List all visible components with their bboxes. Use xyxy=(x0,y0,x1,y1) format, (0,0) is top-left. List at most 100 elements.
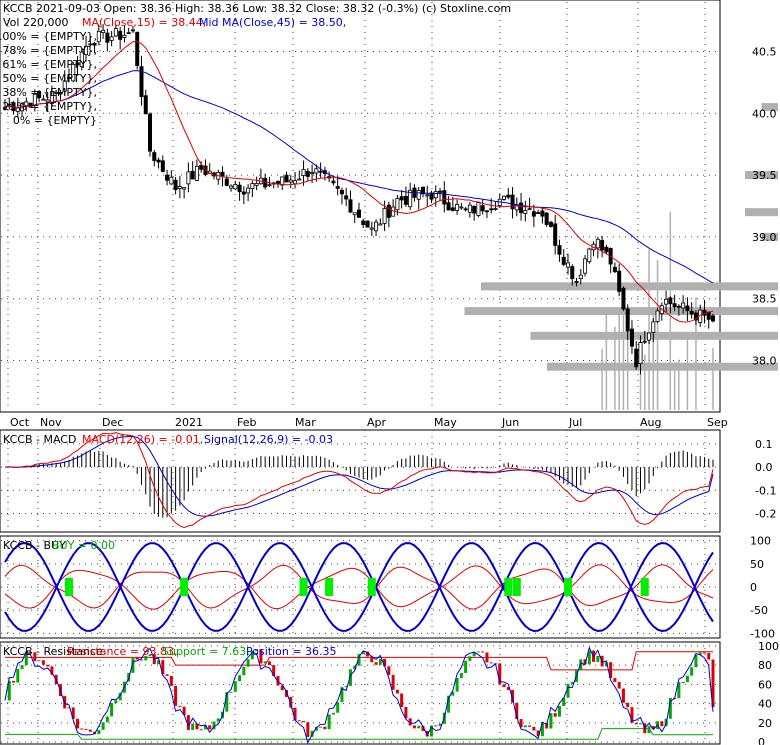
position-bar xyxy=(374,662,378,665)
position-bar xyxy=(323,726,327,730)
position-bar xyxy=(638,723,642,725)
buy-signal-marker xyxy=(640,578,649,596)
y-tick-label: 0.1 xyxy=(755,438,773,451)
candle-body xyxy=(425,194,430,197)
x-tick-label: Feb xyxy=(237,416,256,429)
candle-body xyxy=(502,195,507,200)
position-bar xyxy=(387,666,391,675)
position-bar xyxy=(395,689,399,694)
candle-body xyxy=(118,30,123,40)
position-bar xyxy=(378,658,382,665)
candle-body xyxy=(241,191,246,195)
candle-body xyxy=(685,305,690,312)
price-panel-frame xyxy=(0,0,721,413)
macd-legend: KCCB - MACD MACD(12,26) = -0.01, Signal(… xyxy=(3,433,333,446)
y-tick-label: 100 xyxy=(750,535,771,548)
position-bar xyxy=(263,661,267,664)
chart-canvas: 40.5 40.0 39.5 39.0 38.5 38.0 0.1 0.0 -0.1 -0.2 10… xyxy=(0,0,779,745)
candle-body xyxy=(105,32,110,43)
candle-body xyxy=(664,298,669,305)
fib-38: 38% = {EMPTY}, xyxy=(2,86,97,99)
candle-body xyxy=(655,310,660,322)
candle-body xyxy=(565,262,570,268)
candle-body xyxy=(510,194,515,210)
y-tick-label: 0.0 xyxy=(755,461,773,474)
position-bar xyxy=(302,720,306,723)
candle-body xyxy=(629,328,634,347)
position-bar xyxy=(76,718,80,729)
candle-body xyxy=(493,208,498,210)
chart-stage: 40.5 40.0 39.5 39.0 38.5 38.0 0.1 0.0 -0.1 -0.2 10… xyxy=(0,0,780,745)
position-bar xyxy=(319,726,323,728)
position-bar xyxy=(434,725,438,727)
y-tick-label: 20 xyxy=(758,717,772,730)
candle-body xyxy=(544,212,549,225)
candle-body xyxy=(250,183,255,189)
candle-body xyxy=(374,221,379,232)
position-bar xyxy=(459,672,463,679)
candle-body xyxy=(348,199,353,213)
candle-body xyxy=(476,202,481,216)
buy-signal-marker xyxy=(299,578,308,596)
position-bar xyxy=(557,705,561,717)
buy-series xyxy=(4,541,714,633)
y-tick-label: -0.2 xyxy=(755,507,776,520)
candle-body xyxy=(676,305,681,308)
candle-body xyxy=(689,310,694,315)
position-bar xyxy=(528,725,532,727)
candle-body xyxy=(484,210,489,213)
candle-body xyxy=(284,174,289,183)
candle-body xyxy=(540,210,545,217)
position-bar xyxy=(391,674,395,690)
buy-signal-marker xyxy=(180,578,189,596)
position-bar xyxy=(327,714,331,730)
candle-body xyxy=(378,223,383,226)
buy-signal-marker xyxy=(512,578,521,596)
position-bar xyxy=(617,681,621,689)
candle-body xyxy=(275,180,280,184)
position-bar xyxy=(84,728,88,730)
candle-body xyxy=(386,204,391,218)
candle-body xyxy=(318,170,323,173)
candle-body xyxy=(463,208,468,211)
candle-body xyxy=(126,32,131,35)
y-tick-label: 39.0 xyxy=(752,231,777,244)
position-bar xyxy=(16,668,20,683)
position-bar xyxy=(468,656,472,661)
candle-body xyxy=(595,238,600,249)
candle-body xyxy=(638,342,643,365)
candle-body xyxy=(634,348,639,368)
position-bar xyxy=(464,660,468,673)
position-bar xyxy=(191,723,195,730)
candle-body xyxy=(305,171,310,177)
candle-body xyxy=(288,179,293,183)
fib-legend: 100% = {EMPTY}, 78% = {EMPTY}, 61% = {EM… xyxy=(0,30,97,127)
y-tick-label: 100 xyxy=(758,640,779,653)
x-tick-label: Oct xyxy=(10,416,30,429)
candle-body xyxy=(399,196,404,201)
position-bar xyxy=(101,722,105,730)
position-bar xyxy=(685,675,689,683)
candle-body xyxy=(182,187,187,190)
y-tick-label: 40 xyxy=(758,698,772,711)
y-tick-label: 40.0 xyxy=(752,107,777,120)
candle-body xyxy=(625,308,630,332)
x-tick-label: Aug xyxy=(640,416,661,429)
candle-body xyxy=(267,184,272,187)
position-bar xyxy=(208,725,212,730)
y-tick-label: 39.5 xyxy=(752,169,777,182)
position-bar xyxy=(110,703,114,717)
position-bar xyxy=(647,726,651,734)
candle-body xyxy=(186,171,191,185)
position-bar xyxy=(596,655,600,662)
position-bar xyxy=(46,664,50,667)
volume-profile-bar xyxy=(547,362,778,371)
y-tick-label: -0.1 xyxy=(755,484,776,497)
candle-body xyxy=(519,202,524,214)
position-bar xyxy=(523,725,527,728)
buy-signal-marker xyxy=(367,578,376,596)
price-candles xyxy=(3,24,716,375)
fib-50: 50% = {EMPTY}, xyxy=(2,72,97,85)
candle-body xyxy=(113,28,118,37)
position-bar xyxy=(41,660,45,665)
